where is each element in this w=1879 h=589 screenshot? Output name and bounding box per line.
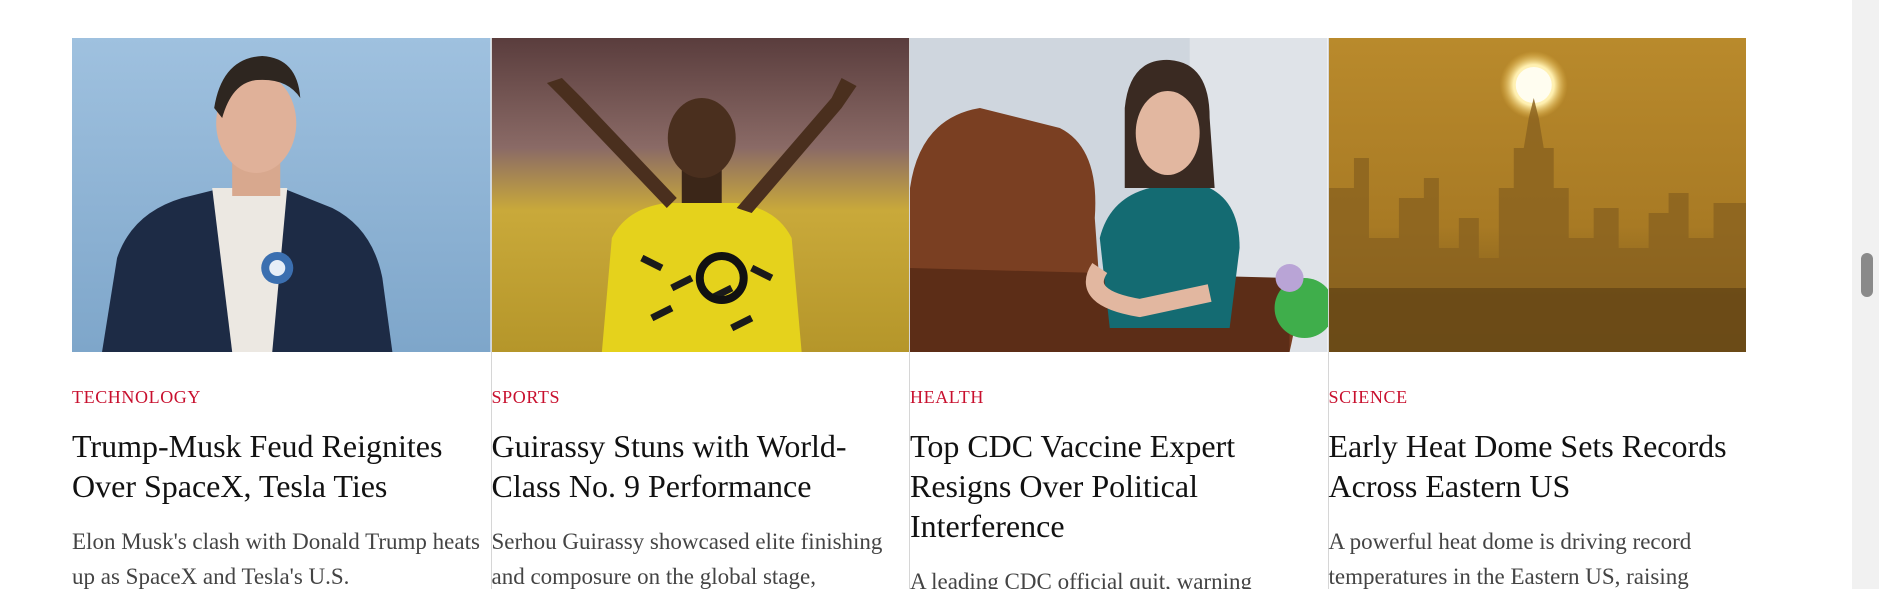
man-in-bomber-jacket-photo [72, 38, 491, 352]
article-image[interactable] [910, 38, 1328, 352]
article-grid: TECHNOLOGY Trump-Musk Feud Reignites Ove… [72, 38, 1746, 589]
article-card[interactable]: SCIENCE Early Heat Dome Sets Records Acr… [1327, 38, 1747, 589]
footballer-celebrating-photo [491, 38, 909, 352]
article-headline[interactable]: Trump-Musk Feud Reignites Over SpaceX, T… [72, 426, 491, 506]
article-summary: Elon Musk's clash with Donald Trump heat… [72, 529, 480, 589]
article-headline[interactable]: Guirassy Stuns with World-Class No. 9 Pe… [492, 426, 910, 506]
article-category[interactable]: HEALTH [910, 386, 1328, 408]
article-image[interactable] [1328, 38, 1746, 352]
news-page: TECHNOLOGY Trump-Musk Feud Reignites Ove… [0, 0, 1879, 589]
vertical-scrollbar[interactable] [1852, 0, 1879, 589]
article-summary: A leading CDC official quit, warning [910, 569, 1252, 589]
article-summary: A powerful heat dome is driving record t… [1328, 529, 1692, 589]
article-card[interactable]: SPORTS Guirassy Stuns with World-Class N… [490, 38, 910, 589]
article-image[interactable] [491, 38, 909, 352]
article-category[interactable]: SCIENCE [1329, 386, 1747, 408]
article-summary: Serhou Guirassy showcased elite finishin… [491, 529, 883, 589]
article-image[interactable] [72, 38, 491, 352]
article-headline[interactable]: Top CDC Vaccine Expert Resigns Over Poli… [910, 426, 1328, 546]
article-headline[interactable]: Early Heat Dome Sets Records Across East… [1329, 426, 1747, 506]
scrollbar-thumb[interactable] [1861, 253, 1873, 297]
article-card[interactable]: TECHNOLOGY Trump-Musk Feud Reignites Ove… [72, 38, 491, 589]
article-category[interactable]: SPORTS [492, 386, 910, 408]
article-category[interactable]: TECHNOLOGY [72, 386, 491, 408]
article-card[interactable]: HEALTH Top CDC Vaccine Expert Resigns Ov… [909, 38, 1328, 589]
woman-in-leather-chair-photo [910, 38, 1328, 352]
hazy-city-skyline-photo [1328, 38, 1746, 352]
